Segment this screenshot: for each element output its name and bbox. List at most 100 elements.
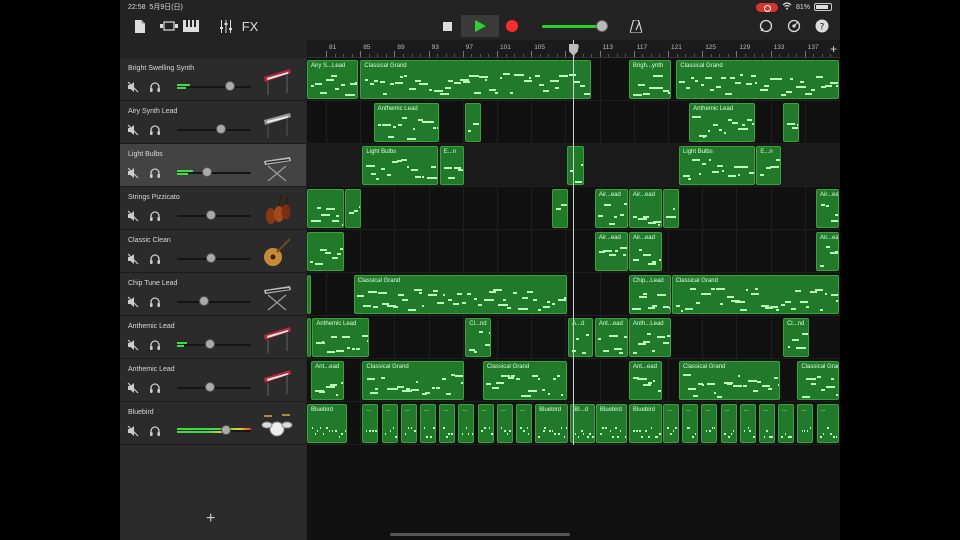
track-volume-knob[interactable]: [206, 253, 217, 263]
region[interactable]: Air...ead: [594, 189, 628, 228]
guitar-icon[interactable]: [260, 235, 294, 269]
region[interactable]: ...: [758, 404, 776, 443]
region[interactable]: [552, 189, 569, 228]
violins-icon[interactable]: [260, 192, 294, 226]
play-button[interactable]: [461, 15, 499, 37]
mute-icon[interactable]: [127, 295, 139, 308]
region[interactable]: Bl...d: [570, 404, 595, 443]
region[interactable]: Classical Grand: [797, 361, 839, 400]
region[interactable]: Anthemic Lead: [689, 103, 755, 142]
headphones-icon[interactable]: [149, 252, 161, 264]
keyboard-red-icon[interactable]: [260, 63, 294, 97]
region[interactable]: Classical Grand: [671, 275, 839, 314]
region[interactable]: Bluebird: [628, 404, 663, 443]
timeline[interactable]: + 81858993971011051091131171211251291331…: [307, 40, 840, 540]
headphones-icon[interactable]: [149, 166, 161, 178]
region[interactable]: E...n: [756, 146, 781, 185]
region[interactable]: [465, 103, 482, 142]
keyboard-silver-icon[interactable]: [260, 106, 294, 140]
region[interactable]: ...: [816, 404, 839, 443]
help-icon[interactable]: ?: [814, 16, 830, 36]
playhead[interactable]: [572, 40, 574, 445]
track-header[interactable]: Classic Clean: [120, 230, 306, 273]
track-volume-knob[interactable]: [201, 167, 212, 177]
my-songs-icon[interactable]: [132, 16, 148, 36]
region[interactable]: Light Bulbs: [362, 146, 439, 185]
drumkit-icon[interactable]: [260, 407, 294, 441]
track-volume-slider[interactable]: [177, 301, 251, 303]
region[interactable]: A...d: [568, 318, 593, 357]
keyboard-red-icon[interactable]: [260, 364, 294, 398]
region[interactable]: Bluebird: [595, 404, 627, 443]
region[interactable]: ...: [739, 404, 756, 443]
mute-icon[interactable]: [127, 338, 139, 351]
region[interactable]: Classical Grand: [679, 361, 781, 400]
track-header[interactable]: Anthemic Lead: [120, 359, 306, 402]
track-header[interactable]: Strings Pizzicato: [120, 187, 306, 230]
region[interactable]: ...: [797, 404, 814, 443]
track-header[interactable]: Bluebird: [120, 402, 306, 445]
region[interactable]: ...: [477, 404, 494, 443]
region[interactable]: Ant...ead: [628, 361, 663, 400]
region[interactable]: Bluebird: [535, 404, 569, 443]
master-volume-knob[interactable]: [596, 20, 608, 32]
loop-browser-icon[interactable]: [758, 16, 774, 36]
headphones-icon[interactable]: [149, 338, 161, 350]
headphones-icon[interactable]: [149, 381, 161, 393]
region[interactable]: ...: [720, 404, 737, 443]
tracks-view-icon[interactable]: [158, 16, 180, 36]
region[interactable]: Light Bulbs: [679, 146, 755, 185]
region[interactable]: [307, 232, 345, 271]
keyboard-stand-icon[interactable]: [260, 278, 294, 312]
region[interactable]: ...: [778, 404, 795, 443]
region[interactable]: Air...ead: [816, 189, 839, 228]
region[interactable]: Air...ead: [628, 232, 663, 271]
track-volume-knob[interactable]: [206, 210, 217, 220]
mute-icon[interactable]: [127, 123, 139, 136]
region[interactable]: Ant...ead: [594, 318, 628, 357]
region[interactable]: Classical Grand: [676, 60, 839, 99]
track-header[interactable]: Airy Synth Lead: [120, 101, 306, 144]
region[interactable]: Air...ead: [816, 232, 839, 271]
region[interactable]: [345, 189, 362, 228]
region[interactable]: Classical Grand: [362, 361, 464, 400]
track-volume-knob[interactable]: [198, 296, 209, 306]
region[interactable]: E...n: [439, 146, 465, 185]
region[interactable]: [307, 189, 345, 228]
metronome-icon[interactable]: [628, 16, 644, 36]
headphones-icon[interactable]: [149, 80, 161, 92]
mute-icon[interactable]: [127, 424, 139, 437]
add-track-icon[interactable]: +: [206, 510, 215, 528]
mute-icon[interactable]: [127, 252, 139, 265]
mute-icon[interactable]: [127, 166, 139, 179]
track-volume-knob[interactable]: [220, 425, 231, 435]
keyboard-red-icon[interactable]: [260, 321, 294, 355]
track-header[interactable]: Bright Swelling Synth: [120, 58, 306, 101]
headphones-icon[interactable]: [149, 424, 161, 436]
settings-icon[interactable]: [786, 16, 802, 36]
record-button[interactable]: [497, 15, 527, 37]
region[interactable]: Brigh...ynth: [628, 60, 671, 99]
track-volume-knob[interactable]: [204, 382, 215, 392]
region[interactable]: ...: [439, 404, 456, 443]
region[interactable]: Cl...nd: [465, 318, 491, 357]
headphones-icon[interactable]: [149, 209, 161, 221]
region[interactable]: ...: [496, 404, 513, 443]
track-volume-knob[interactable]: [225, 81, 236, 91]
region[interactable]: Classical Grand: [482, 361, 568, 400]
region[interactable]: Chip...Lead: [628, 275, 671, 314]
fx-button[interactable]: FX: [240, 16, 260, 36]
region[interactable]: [307, 318, 311, 357]
region[interactable]: Airy S...Lead: [307, 60, 359, 99]
region[interactable]: ...: [419, 404, 437, 443]
region[interactable]: ...: [663, 404, 680, 443]
region[interactable]: Ant...ead: [311, 361, 345, 400]
region[interactable]: Cl...nd: [782, 318, 809, 357]
track-header[interactable]: Light Bulbs: [120, 144, 306, 187]
region[interactable]: Anthemic Lead: [312, 318, 369, 357]
keyboard-stand-icon[interactable]: [260, 149, 294, 183]
region[interactable]: ...: [381, 404, 398, 443]
region[interactable]: ...: [701, 404, 718, 443]
region[interactable]: Bluebird: [307, 404, 347, 443]
region[interactable]: Classical Grand: [353, 275, 567, 314]
